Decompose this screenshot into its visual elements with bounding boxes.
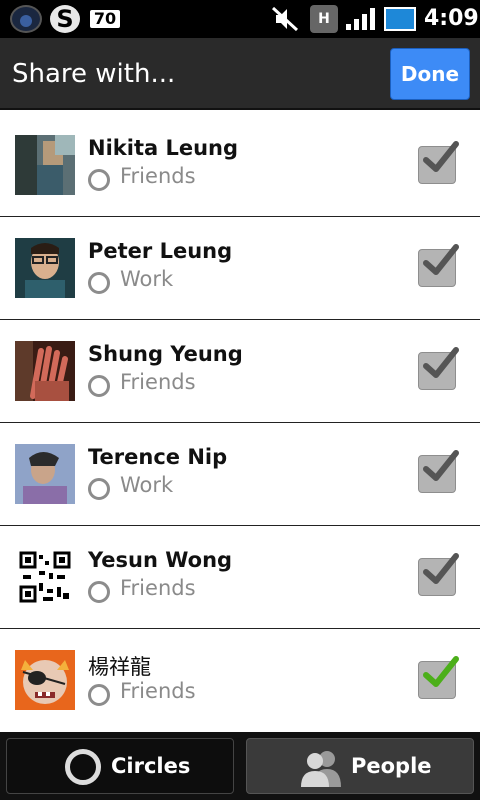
contact-row[interactable]: 楊祥龍 Friends bbox=[0, 629, 480, 730]
contact-row[interactable]: Shung Yeung Friends bbox=[0, 320, 480, 423]
tab-circles[interactable]: Circles bbox=[6, 738, 234, 794]
circle-label: Friends bbox=[120, 679, 196, 703]
contact-list[interactable]: Nikita Leung Friends Peter Leung Work Sh… bbox=[0, 110, 480, 730]
circles-icon bbox=[65, 749, 101, 785]
contact-row[interactable]: Yesun Wong Friends bbox=[0, 526, 480, 629]
contact-row[interactable]: Peter Leung Work bbox=[0, 217, 480, 320]
action-bar: Share with... Done bbox=[0, 38, 480, 110]
mute-icon bbox=[270, 5, 300, 33]
circle-icon bbox=[88, 478, 110, 500]
page-title: Share with... bbox=[12, 59, 176, 89]
checkmark-icon bbox=[423, 244, 459, 275]
avatar bbox=[15, 238, 75, 298]
contact-row[interactable]: Nikita Leung Friends bbox=[0, 114, 480, 217]
circle-icon bbox=[88, 684, 110, 706]
checkmark-icon bbox=[423, 450, 459, 481]
circle-label: Work bbox=[120, 473, 174, 497]
circle-label: Work bbox=[120, 267, 174, 291]
circle-icon bbox=[88, 272, 110, 294]
circle-icon bbox=[88, 375, 110, 397]
avatar bbox=[15, 444, 75, 504]
circle-icon bbox=[88, 581, 110, 603]
circle-icon bbox=[88, 169, 110, 191]
done-button[interactable]: Done bbox=[390, 48, 470, 100]
tab-people-label: People bbox=[351, 754, 432, 778]
avatar bbox=[15, 341, 75, 401]
tab-people[interactable]: People bbox=[246, 738, 474, 794]
app-notification-icon bbox=[10, 5, 42, 33]
contact-name: Shung Yeung bbox=[88, 342, 243, 366]
tab-circles-label: Circles bbox=[111, 754, 191, 778]
circle-label: Friends bbox=[120, 370, 196, 394]
checkmark-icon bbox=[423, 347, 459, 378]
contact-name: 楊祥龍 bbox=[88, 655, 151, 679]
notification-count-badge: 70 bbox=[88, 8, 122, 30]
checkmark-icon bbox=[423, 141, 459, 172]
skype-icon: S bbox=[50, 5, 80, 33]
checkmark-icon bbox=[423, 656, 459, 687]
circle-label: Friends bbox=[120, 576, 196, 600]
checkmark-icon bbox=[423, 553, 459, 584]
status-bar: S 70 H 4:09 bbox=[0, 0, 480, 38]
contact-name: Nikita Leung bbox=[88, 136, 239, 160]
people-icon bbox=[301, 751, 341, 787]
avatar bbox=[15, 547, 75, 607]
hspa-data-icon: H bbox=[310, 5, 338, 33]
circle-label: Friends bbox=[120, 164, 196, 188]
avatar bbox=[15, 135, 75, 195]
contact-row[interactable]: Terence Nip Work bbox=[0, 423, 480, 526]
signal-strength-icon bbox=[346, 8, 378, 30]
contact-name: Peter Leung bbox=[88, 239, 233, 263]
contact-name: Yesun Wong bbox=[88, 548, 233, 572]
clock: 4:09 bbox=[424, 6, 479, 31]
contact-name: Terence Nip bbox=[88, 445, 228, 469]
battery-icon bbox=[384, 7, 416, 31]
bottom-tab-bar: Circles People bbox=[0, 732, 480, 800]
avatar bbox=[15, 650, 75, 710]
